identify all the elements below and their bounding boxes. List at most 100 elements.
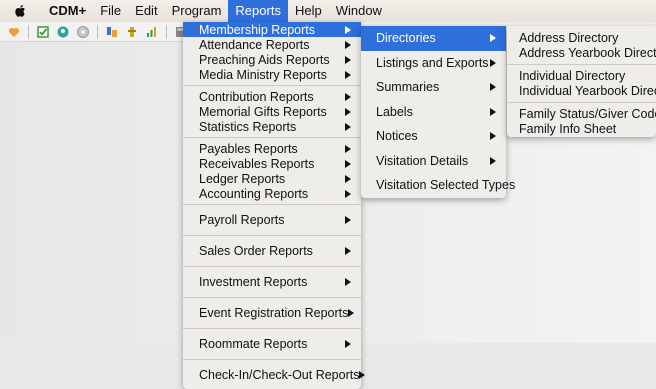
- person-icon[interactable]: [57, 26, 69, 38]
- menu-item-labels[interactable]: Labels: [361, 100, 506, 125]
- menu-item-visitation-details[interactable]: Visitation Details: [361, 149, 506, 174]
- reports-menu: Membership Reports Attendance Reports Pr…: [183, 22, 366, 389]
- menu-separator: [507, 102, 656, 103]
- menu-item-roommate-reports[interactable]: Roommate Reports: [183, 332, 361, 356]
- heart-icon[interactable]: [8, 26, 20, 38]
- menu-item-label: Directories: [376, 31, 436, 46]
- menu-file[interactable]: File: [93, 0, 128, 22]
- menu-separator: [183, 204, 361, 205]
- toolbar-separator: [166, 24, 167, 39]
- menu-item-label: Payables Reports: [199, 141, 298, 156]
- menu-item-payroll-reports[interactable]: Payroll Reports: [183, 208, 361, 232]
- menu-item-directories[interactable]: Directories: [361, 26, 506, 51]
- menu-separator: [183, 297, 361, 298]
- menu-item-label: Ledger Reports: [199, 171, 286, 186]
- menu-help[interactable]: Help: [288, 0, 329, 22]
- menu-item-family-status-giver-code[interactable]: Family Status/Giver Code: [507, 106, 656, 122]
- submenu-arrow-icon: [345, 25, 351, 34]
- menu-item-media-ministry-reports[interactable]: Media Ministry Reports: [183, 67, 361, 82]
- menu-item-individual-yearbook-directory[interactable]: Individual Yearbook Directory: [507, 84, 656, 100]
- money-icon[interactable]: [126, 26, 138, 38]
- menu-item-label: Family Info Sheet: [519, 122, 617, 137]
- menu-item-label: Attendance Reports: [199, 37, 310, 52]
- submenu-arrow-icon: [345, 107, 351, 116]
- menu-item-contribution-reports[interactable]: Contribution Reports: [183, 89, 361, 104]
- menu-bar: CDM+ File Edit Program Reports Help Wind…: [0, 0, 656, 22]
- menu-item-label: Address Yearbook Directory: [519, 46, 656, 61]
- menu-program[interactable]: Program: [165, 0, 229, 22]
- menu-item-label: Investment Reports: [199, 275, 308, 289]
- menu-item-preaching-aids-reports[interactable]: Preaching Aids Reports: [183, 52, 361, 67]
- submenu-arrow-icon: [345, 70, 351, 79]
- menu-item-address-directory[interactable]: Address Directory: [507, 30, 656, 46]
- submenu-arrow-icon: [345, 40, 351, 49]
- menu-item-label: Payroll Reports: [199, 213, 285, 227]
- bar-chart-icon[interactable]: [146, 26, 158, 38]
- menu-item-investment-reports[interactable]: Investment Reports: [183, 270, 361, 294]
- submenu-arrow-icon: [490, 34, 496, 43]
- menu-separator: [183, 85, 361, 86]
- menu-reports[interactable]: Reports: [228, 0, 288, 22]
- menu-separator: [507, 64, 656, 65]
- submenu-arrow-icon: [345, 189, 351, 198]
- menu-item-family-info-sheet[interactable]: Family Info Sheet: [507, 122, 656, 138]
- submenu-arrow-icon: [345, 216, 351, 224]
- submenu-arrow-icon: [490, 156, 496, 165]
- menu-item-label: Preaching Aids Reports: [199, 52, 330, 67]
- menu-separator: [183, 328, 361, 329]
- menu-item-label: Check-In/Check-Out Reports: [199, 368, 360, 382]
- checkbox-icon[interactable]: [37, 25, 49, 38]
- submenu-arrow-icon: [490, 58, 496, 67]
- disc-icon[interactable]: [77, 25, 89, 38]
- menu-item-label: Sales Order Reports: [199, 244, 313, 258]
- split-icon[interactable]: [106, 26, 118, 38]
- menu-item-label: Roommate Reports: [199, 337, 308, 351]
- menu-item-ledger-reports[interactable]: Ledger Reports: [183, 171, 361, 186]
- submenu-arrow-icon: [345, 340, 351, 348]
- menu-separator: [183, 359, 361, 360]
- menu-window[interactable]: Window: [329, 0, 389, 22]
- submenu-arrow-icon: [345, 122, 351, 131]
- submenu-arrow-icon: [490, 83, 496, 92]
- menu-item-membership-reports[interactable]: Membership Reports: [183, 22, 361, 37]
- menu-item-accounting-reports[interactable]: Accounting Reports: [183, 186, 361, 201]
- menu-item-listings-and-exports[interactable]: Listings and Exports: [361, 51, 506, 76]
- submenu-arrow-icon: [345, 247, 351, 255]
- menu-separator: [183, 137, 361, 138]
- menu-item-sales-order-reports[interactable]: Sales Order Reports: [183, 239, 361, 263]
- submenu-arrow-icon: [490, 107, 496, 116]
- menu-item-individual-directory[interactable]: Individual Directory: [507, 68, 656, 84]
- menu-edit[interactable]: Edit: [128, 0, 164, 22]
- menu-item-statistics-reports[interactable]: Statistics Reports: [183, 119, 361, 134]
- menu-item-payables-reports[interactable]: Payables Reports: [183, 141, 361, 156]
- menu-separator: [183, 235, 361, 236]
- toolbar-separator: [97, 24, 98, 39]
- toolbar-separator: [28, 24, 29, 39]
- menu-item-label: Event Registration Reports: [199, 306, 349, 320]
- menu-separator: [183, 266, 361, 267]
- menu-item-label: Visitation Details: [376, 153, 469, 168]
- apple-icon[interactable]: [14, 4, 28, 18]
- menu-item-label: Media Ministry Reports: [199, 67, 327, 82]
- submenu-arrow-icon: [345, 144, 351, 153]
- menu-item-label: Labels: [376, 104, 413, 119]
- submenu-arrow-icon: [345, 174, 351, 183]
- menu-item-check-in-check-out-reports[interactable]: Check-In/Check-Out Reports: [183, 363, 366, 387]
- menu-item-label: Summaries: [376, 80, 440, 95]
- submenu-arrow-icon: [345, 278, 351, 286]
- menu-item-notices[interactable]: Notices: [361, 124, 506, 149]
- menu-item-label: Family Status/Giver Code: [519, 106, 656, 121]
- menu-item-receivables-reports[interactable]: Receivables Reports: [183, 156, 361, 171]
- menu-item-event-registration-reports[interactable]: Event Registration Reports: [183, 301, 361, 325]
- menu-item-memorial-gifts-reports[interactable]: Memorial Gifts Reports: [183, 104, 361, 119]
- menu-item-summaries[interactable]: Summaries: [361, 75, 506, 100]
- membership-reports-submenu: Directories Listings and Exports Summari…: [361, 26, 515, 198]
- directories-submenu: Address Directory Address Yearbook Direc…: [507, 26, 656, 137]
- submenu-arrow-icon: [345, 159, 351, 168]
- menu-item-label: Membership Reports: [199, 22, 316, 37]
- menu-item-address-yearbook-directory[interactable]: Address Yearbook Directory: [507, 46, 656, 62]
- menu-item-visitation-selected-types[interactable]: Visitation Selected Types: [361, 173, 515, 198]
- menu-item-attendance-reports[interactable]: Attendance Reports: [183, 37, 361, 52]
- submenu-arrow-icon: [359, 371, 366, 379]
- menu-app[interactable]: CDM+: [42, 0, 93, 22]
